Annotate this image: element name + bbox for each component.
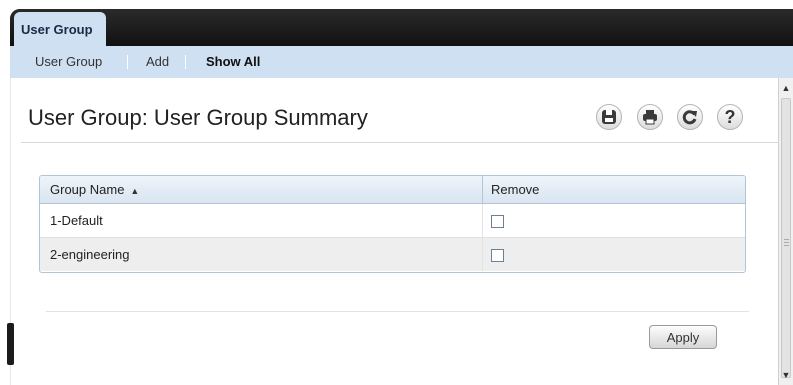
table-row: 2-engineering (40, 237, 745, 271)
scroll-down-icon[interactable]: ▼ (779, 368, 793, 382)
help-icon: ? (724, 107, 736, 127)
remove-checkbox[interactable] (491, 249, 504, 263)
apply-button[interactable]: Apply (649, 325, 717, 349)
print-icon (643, 110, 657, 125)
scroll-up-icon[interactable]: ▲ (779, 81, 793, 95)
column-header-group-name[interactable]: Group Name ▲ (40, 176, 483, 204)
remove-checkbox[interactable] (491, 215, 504, 229)
save-button[interactable] (596, 104, 622, 130)
refresh-button[interactable] (677, 104, 703, 130)
group-name-cell: 2-engineering (40, 237, 483, 271)
grip-icon (784, 239, 789, 240)
print-button[interactable] (637, 104, 663, 130)
subnav-show-all[interactable]: Show All (206, 54, 260, 69)
save-icon (602, 110, 616, 124)
app-window: User Group User Group Add Show All User … (0, 0, 793, 385)
content-panel: User Group: User Group Summary ? Group N… (10, 78, 779, 385)
table-header-row: Group Name ▲ Remove (40, 176, 745, 204)
action-divider (46, 311, 749, 312)
refresh-icon (682, 110, 697, 125)
panel-resize-handle[interactable] (7, 323, 14, 365)
page-title: User Group: User Group Summary (28, 105, 368, 130)
help-button[interactable]: ? (717, 104, 743, 130)
scrollbar-thumb[interactable] (781, 98, 791, 378)
subnav-separator (127, 55, 128, 69)
group-name-cell: 1-Default (40, 203, 483, 238)
vertical-scrollbar[interactable]: ▲ ▼ (778, 78, 793, 385)
subnav-add[interactable]: Add (146, 54, 169, 69)
column-header-remove: Remove (482, 176, 745, 204)
subnav-separator (185, 55, 186, 69)
user-group-table: Group Name ▲ Remove 1-Default 2-engineeri… (39, 175, 746, 273)
sub-navigation: User Group Add Show All (10, 46, 793, 78)
sort-ascending-icon: ▲ (130, 186, 140, 196)
table-row: 1-Default (40, 203, 745, 238)
remove-cell (482, 237, 745, 271)
title-divider (21, 142, 779, 143)
subnav-user-group[interactable]: User Group (35, 54, 102, 69)
tab-user-group[interactable]: User Group (14, 12, 106, 46)
top-tab-bar (10, 9, 793, 46)
column-header-label: Group Name (50, 182, 125, 197)
remove-cell (482, 203, 745, 238)
